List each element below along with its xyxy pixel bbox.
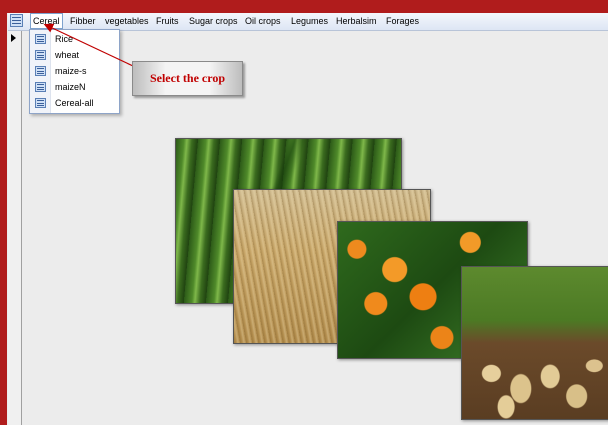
callout-arrow (43, 23, 134, 67)
select-crop-callout: Select the crop (132, 61, 243, 96)
